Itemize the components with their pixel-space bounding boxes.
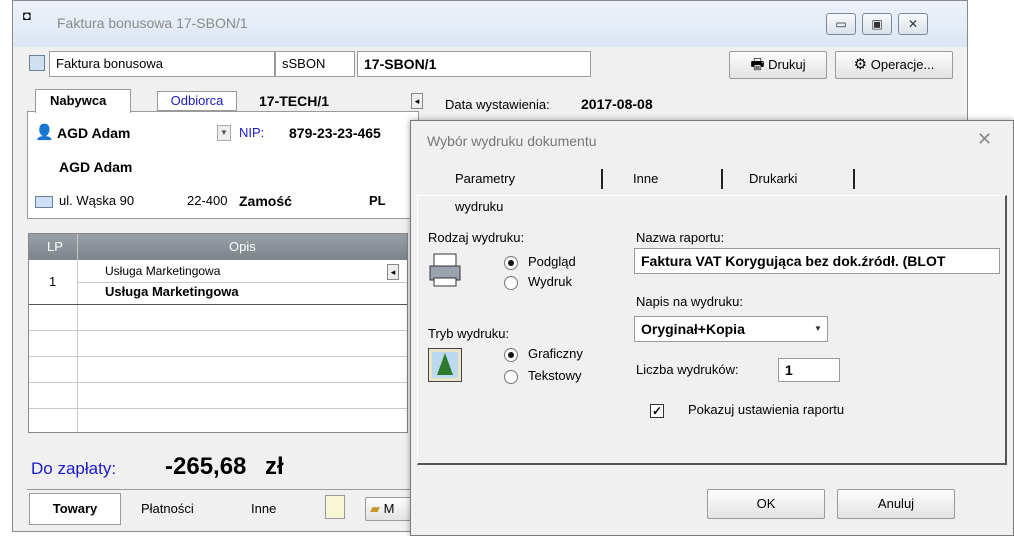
- window-title: Faktura bonusowa 17-SBON/1: [57, 15, 248, 31]
- series-field[interactable]: sSBON: [275, 51, 355, 77]
- tab-buyer[interactable]: Nabywca: [35, 89, 131, 113]
- show-settings-label[interactable]: Pokazuj ustawienia raportu: [688, 402, 844, 417]
- mode-label: Tryb wydruku:: [428, 326, 510, 341]
- buyer-code: 17-TECH/1: [259, 93, 330, 109]
- row-desc-bold: Usługa Marketingowa: [105, 284, 239, 299]
- doc-number-field[interactable]: 17-SBON/1: [357, 51, 591, 77]
- copies-label: Liczba wydruków:: [636, 362, 739, 377]
- items-grid: LP Opis 1 Usługa Marketingowa ◂ Usługa M…: [28, 233, 408, 433]
- caption-select[interactable]: Oryginał+Kopia: [634, 316, 828, 342]
- close-icon[interactable]: ✕: [977, 129, 992, 150]
- gear-icon: ⚙: [853, 56, 868, 73]
- print-params-panel: Rodzaj wydruku: Podgląd Wydruk Tryb wydr…: [417, 195, 1007, 465]
- nip-value: 879-23-23-465: [289, 125, 381, 141]
- cancel-button[interactable]: Anuluj: [837, 489, 955, 519]
- close-icon[interactable]: ✕: [898, 13, 928, 35]
- tab-recipient[interactable]: Odbiorca: [157, 91, 237, 111]
- radio-text-label[interactable]: Tekstowy: [528, 368, 581, 383]
- city: Zamość: [239, 193, 292, 209]
- show-settings-checkbox[interactable]: ✓: [650, 404, 664, 418]
- print-button[interactable]: 🖶 Drukuj: [729, 51, 827, 79]
- tab-dialog-other[interactable]: Inne: [633, 165, 658, 195]
- tab-printers[interactable]: Drukarki: [749, 165, 797, 195]
- buyer-name-short[interactable]: AGD Adam: [57, 125, 130, 141]
- window-titlebar: ◘ Faktura bonusowa 17-SBON/1 ▭ ▣ ✕: [13, 1, 967, 47]
- report-name-field[interactable]: Faktura VAT Korygująca bez dok.źródł. (B…: [634, 248, 1000, 274]
- street: ul. Wąska 90: [59, 193, 135, 208]
- tab-goods[interactable]: Towary: [29, 493, 121, 525]
- operations-button[interactable]: ⚙ Operacje...: [835, 51, 953, 79]
- issue-date-label: Data wystawienia:: [445, 97, 550, 112]
- postal-code: 22-400: [187, 193, 228, 208]
- tab-print-params[interactable]: Parametry wydruku: [455, 165, 515, 214]
- chevron-down-icon[interactable]: ▼: [217, 125, 231, 141]
- dialog-title: Wybór wydruku dokumentu: [427, 133, 597, 149]
- notepad-icon[interactable]: [325, 495, 345, 519]
- operations-button-label: Operacje...: [870, 57, 935, 72]
- total-label: Do zapłaty:: [31, 459, 117, 478]
- doc-type-field[interactable]: Faktura bonusowa: [49, 51, 275, 77]
- radio-print[interactable]: [504, 276, 518, 290]
- caption-label: Napis na wydruku:: [636, 294, 743, 309]
- person-icon: 👤: [35, 124, 54, 141]
- printer-icon: [428, 252, 462, 288]
- row-lp: 1: [49, 274, 57, 289]
- printer-icon: 🖶: [750, 56, 765, 73]
- folder-icon: ▰: [370, 501, 380, 516]
- radio-graphic-label[interactable]: Graficzny: [528, 346, 583, 361]
- issue-date-value: 2017-08-08: [581, 96, 653, 112]
- tab-payments[interactable]: Płatności: [141, 501, 194, 516]
- print-button-label: Drukuj: [768, 57, 806, 72]
- more-button-label: M: [383, 501, 395, 516]
- total-amount: -265,68: [165, 453, 247, 480]
- image-icon: [428, 348, 462, 382]
- print-type-label: Rodzaj wydruku:: [428, 230, 525, 245]
- buyer-name-full: AGD Adam: [59, 159, 133, 175]
- scroll-left-icon[interactable]: ◂: [387, 264, 399, 280]
- country: PL: [369, 193, 386, 208]
- total-currency: zł: [265, 453, 284, 480]
- maximize-icon[interactable]: ▣: [862, 13, 892, 35]
- radio-text[interactable]: [504, 370, 518, 384]
- ok-button[interactable]: OK: [707, 489, 825, 519]
- copies-field[interactable]: 1: [778, 358, 840, 382]
- col-desc: Opis: [229, 239, 256, 254]
- radio-graphic[interactable]: [504, 348, 518, 362]
- minimize-icon[interactable]: ▭: [826, 13, 856, 35]
- report-name-label: Nazwa raportu:: [636, 230, 725, 245]
- print-selection-dialog: Wybór wydruku dokumentu ✕ Parametry wydr…: [410, 120, 1014, 536]
- chevron-down-icon[interactable]: ▼: [812, 322, 824, 336]
- document-icon: [29, 55, 45, 71]
- row-desc: Usługa Marketingowa: [105, 264, 221, 278]
- tab-other[interactable]: Inne: [251, 501, 276, 516]
- app-icon: ◘: [23, 8, 31, 23]
- radio-preview-label[interactable]: Podgląd: [528, 254, 576, 269]
- col-lp: LP: [47, 239, 63, 254]
- address-card-icon: [35, 196, 53, 208]
- nip-label: NIP:: [239, 125, 265, 140]
- scroll-left-icon[interactable]: ◂: [411, 93, 423, 109]
- radio-print-label[interactable]: Wydruk: [528, 274, 572, 289]
- caption-select-value: Oryginał+Kopia: [641, 321, 745, 337]
- grid-header: LP Opis: [29, 234, 407, 260]
- radio-preview[interactable]: [504, 256, 518, 270]
